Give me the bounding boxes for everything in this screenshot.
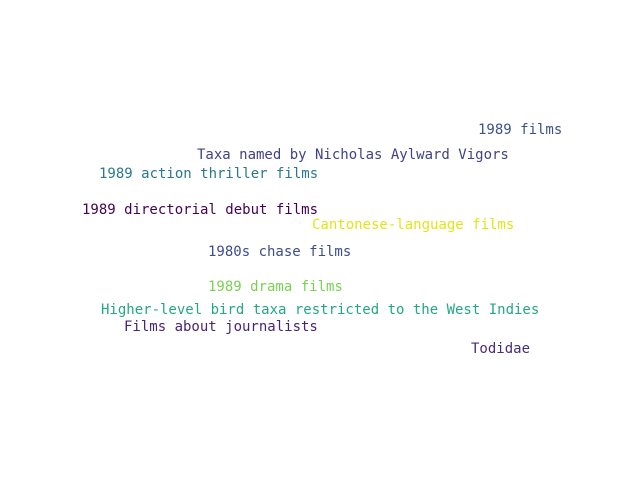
word-1980s-chase-films: 1980s chase films	[208, 244, 352, 260]
word-west-indies-bird-taxa: Higher-level bird taxa restricted to the…	[101, 302, 540, 318]
word-taxa-named-by-vigors: Taxa named by Nicholas Aylward Vigors	[197, 147, 509, 163]
word-films-about-journalists: Films about journalists	[124, 319, 318, 335]
word-1989-films: 1989 films	[478, 122, 563, 138]
word-1989-directorial-debut-films: 1989 directorial debut films	[82, 202, 319, 218]
word-1989-drama-films: 1989 drama films	[208, 279, 343, 295]
word-todidae: Todidae	[471, 341, 531, 357]
word-cloud: 1989 films Taxa named by Nicholas Aylwar…	[0, 0, 640, 480]
word-cantonese-language-films: Cantonese-language films	[312, 217, 515, 233]
word-1989-action-thriller-films: 1989 action thriller films	[99, 166, 319, 182]
